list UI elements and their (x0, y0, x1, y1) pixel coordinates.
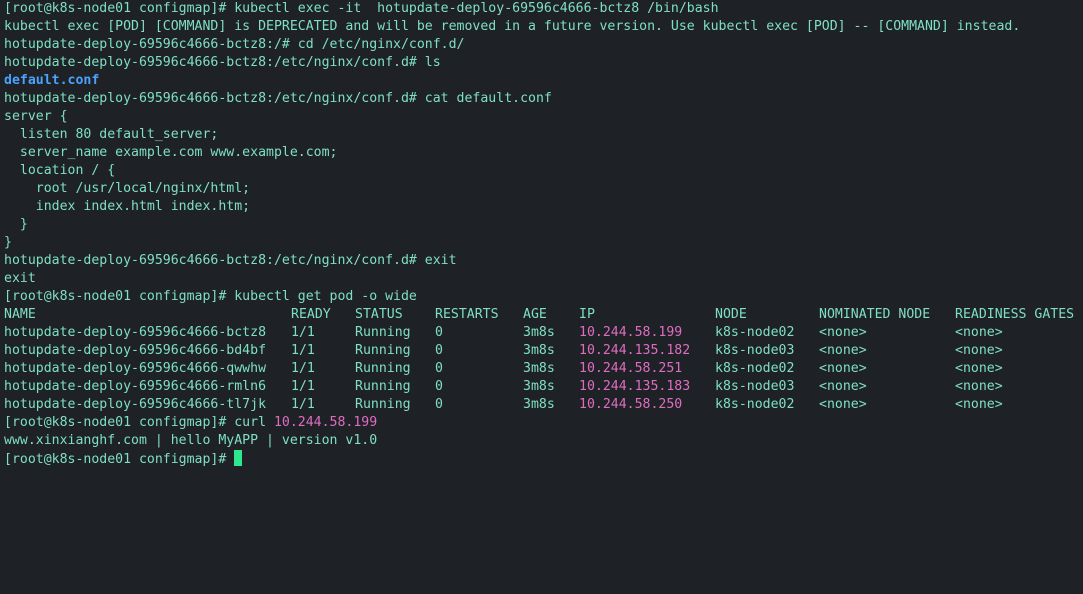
pod-ready: 1/1 (291, 397, 315, 412)
shell-prompt: [root@k8s-node01 configmap]# curl (4, 415, 274, 430)
pod-nominated-node: <none> (819, 379, 867, 394)
pod-ready: 1/1 (291, 325, 315, 340)
nginx-config-line: root /usr/local/nginx/html; (4, 181, 251, 196)
pod-age: 3m8s (523, 343, 555, 358)
pod-restarts: 0 (435, 379, 443, 394)
pod-node: k8s-node02 (715, 325, 795, 340)
pod-table-row: hotupdate-deploy-69596c4666-rmln6 1/1 Ru… (4, 378, 1083, 396)
nginx-config-line: server { (4, 109, 68, 124)
nginx-config-line: location / { (4, 163, 116, 178)
pod-status: Running (355, 343, 411, 358)
pod-ip: 10.244.135.182 (579, 343, 691, 358)
terminal-window[interactable]: [root@k8s-node01 configmap]# kubectl exe… (0, 0, 1083, 469)
pod-age: 3m8s (523, 379, 555, 394)
pod-status: Running (355, 379, 411, 394)
column-header-age: AGE (523, 307, 547, 322)
terminal-line: hotupdate-deploy-69596c4666-bctz8:/etc/n… (4, 91, 552, 106)
shell-prompt: [root@k8s-node01 configmap]# (4, 452, 235, 467)
terminal-line: exit (4, 271, 36, 286)
pod-age: 3m8s (523, 325, 555, 340)
terminal-line: [root@k8s-node01 configmap]# kubectl exe… (4, 1, 719, 16)
column-header-ready: READY (291, 307, 331, 322)
pod-name: hotupdate-deploy-69596c4666-tl7jk (4, 397, 267, 412)
column-header-nominated-node: NOMINATED NODE (819, 307, 931, 322)
pod-nominated-node: <none> (819, 397, 867, 412)
pod-readiness-gates: <none> (955, 325, 1003, 340)
pod-table-row: hotupdate-deploy-69596c4666-tl7jk 1/1 Ru… (4, 396, 1083, 414)
column-header-node: NODE (715, 307, 747, 322)
pod-table-row: hotupdate-deploy-69596c4666-qwwhw 1/1 Ru… (4, 360, 1083, 378)
pod-node: k8s-node02 (715, 361, 795, 376)
pod-ip: 10.244.135.183 (579, 379, 691, 394)
active-prompt-line[interactable]: [root@k8s-node01 configmap]# (4, 450, 1083, 468)
pod-ready: 1/1 (291, 379, 315, 394)
pod-restarts: 0 (435, 325, 443, 340)
curl-command-line: [root@k8s-node01 configmap]# curl 10.244… (4, 414, 1083, 432)
pod-table-header: NAME READY STATUS RESTARTS AGE IP NODE N… (4, 306, 1083, 324)
nginx-config-line: index index.html index.htm; (4, 199, 251, 214)
pod-ip: 10.244.58.250 (579, 397, 683, 412)
pod-nominated-node: <none> (819, 361, 867, 376)
pod-node: k8s-node02 (715, 397, 795, 412)
nginx-config-line: } (4, 217, 28, 232)
pod-readiness-gates: <none> (955, 397, 1003, 412)
ls-output-file: default.conf (4, 73, 100, 88)
pod-ip: 10.244.58.199 (579, 325, 683, 340)
text-cursor[interactable] (234, 450, 243, 466)
pod-nominated-node: <none> (819, 325, 867, 340)
pod-status: Running (355, 325, 411, 340)
pod-ready: 1/1 (291, 361, 315, 376)
pod-readiness-gates: <none> (955, 343, 1003, 358)
curl-target-ip: 10.244.58.199 (273, 415, 378, 430)
pod-table-row: hotupdate-deploy-69596c4666-bctz8 1/1 Ru… (4, 324, 1083, 342)
pod-table-row: hotupdate-deploy-69596c4666-bd4bf 1/1 Ru… (4, 342, 1083, 360)
curl-output: www.xinxianghf.com | hello MyAPP | versi… (4, 433, 378, 448)
pod-status: Running (355, 397, 411, 412)
column-header-status: STATUS (355, 307, 403, 322)
terminal-line: [root@k8s-node01 configmap]# kubectl get… (4, 289, 417, 304)
terminal-line: kubectl exec [POD] [COMMAND] is DEPRECAT… (4, 19, 1021, 34)
pod-restarts: 0 (435, 361, 443, 376)
column-header-restarts: RESTARTS (435, 307, 499, 322)
terminal-line: hotupdate-deploy-69596c4666-bctz8:/etc/n… (4, 55, 441, 70)
pod-node: k8s-node03 (715, 379, 795, 394)
pod-age: 3m8s (523, 361, 555, 376)
pod-restarts: 0 (435, 397, 443, 412)
pod-name: hotupdate-deploy-69596c4666-rmln6 (4, 379, 267, 394)
pod-readiness-gates: <none> (955, 379, 1003, 394)
pod-name: hotupdate-deploy-69596c4666-qwwhw (4, 361, 267, 376)
pod-node: k8s-node03 (715, 343, 795, 358)
terminal-line: hotupdate-deploy-69596c4666-bctz8:/# cd … (4, 37, 465, 52)
pod-restarts: 0 (435, 343, 443, 358)
pod-name: hotupdate-deploy-69596c4666-bctz8 (4, 325, 267, 340)
pod-ready: 1/1 (291, 343, 315, 358)
pod-ip: 10.244.58.251 (579, 361, 683, 376)
pod-readiness-gates: <none> (955, 361, 1003, 376)
nginx-config-line: listen 80 default_server; (4, 127, 219, 142)
pod-nominated-node: <none> (819, 343, 867, 358)
column-header-name: NAME (4, 307, 36, 322)
column-header-readiness-gates: READINESS GATES (955, 307, 1075, 322)
terminal-line: hotupdate-deploy-69596c4666-bctz8:/etc/n… (4, 253, 457, 268)
pod-age: 3m8s (523, 397, 555, 412)
nginx-config-line: server_name example.com www.example.com; (4, 145, 338, 160)
column-header-ip: IP (579, 307, 595, 322)
pod-status: Running (355, 361, 411, 376)
pod-name: hotupdate-deploy-69596c4666-bd4bf (4, 343, 267, 358)
nginx-config-line: } (4, 235, 12, 250)
